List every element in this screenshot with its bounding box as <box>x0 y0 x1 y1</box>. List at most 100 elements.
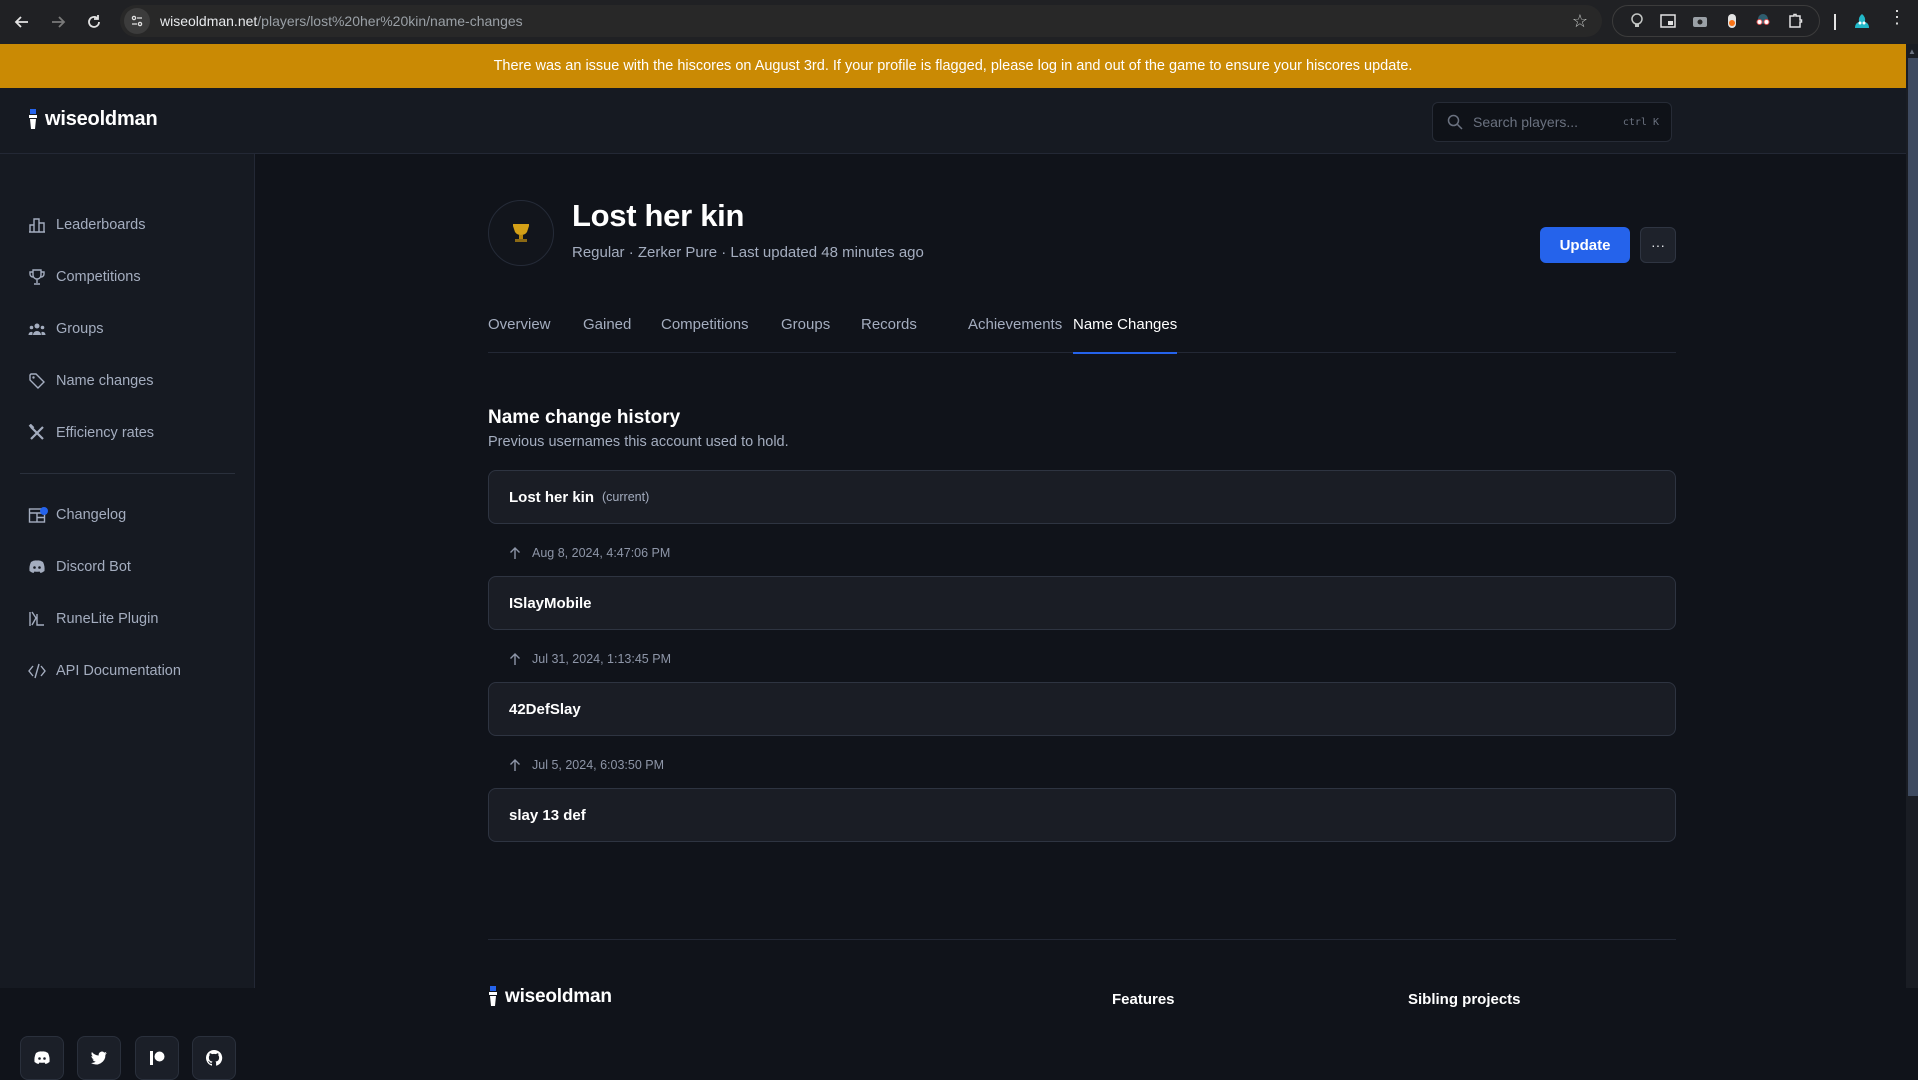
sidebar-divider <box>20 473 235 474</box>
wise-old-man-logo-icon <box>489 986 497 1006</box>
sidebar-item-label: API Documentation <box>56 663 181 679</box>
tab-label: Competitions <box>661 316 749 333</box>
scroll-up-arrow-icon[interactable]: ▲ <box>1906 44 1918 58</box>
forward-button[interactable] <box>40 4 76 40</box>
notification-dot <box>40 507 48 515</box>
github-link[interactable] <box>192 1036 236 1080</box>
sidebar-item-leaderboards[interactable]: Leaderboards <box>28 212 146 238</box>
tab-competitions[interactable]: Competitions <box>661 306 749 353</box>
update-button[interactable]: Update <box>1540 227 1630 263</box>
sidebar-item-label: Changelog <box>56 507 127 523</box>
scrollbar-thumb[interactable] <box>1908 58 1918 796</box>
sidebar-item-competitions[interactable]: Competitions <box>28 264 141 290</box>
player-avatar <box>488 200 554 266</box>
username: ISlayMobile <box>509 594 592 612</box>
name-change-date: Aug 8, 2024, 4:47:06 PM <box>508 544 670 562</box>
twitter-icon <box>91 1051 107 1065</box>
tab-label: Gained <box>583 316 632 333</box>
browser-menu-icon[interactable]: ⋮ <box>1888 8 1906 26</box>
search-box[interactable]: ctrl K <box>1432 102 1672 142</box>
sidebar-item-label: Efficiency rates <box>56 425 155 441</box>
picture-in-picture-extension-icon[interactable] <box>1659 12 1677 30</box>
tab-label: Name Changes <box>1073 316 1178 333</box>
site-info-button[interactable] <box>124 8 150 34</box>
sidebar-item-name-changes[interactable]: Name changes <box>28 368 154 394</box>
name-change-date: Jul 5, 2024, 6:03:50 PM <box>508 756 664 774</box>
tag-icon <box>29 373 45 389</box>
tab-achievements[interactable]: Achievements <box>968 306 1062 353</box>
arrow-up-icon <box>510 547 520 559</box>
footer-divider <box>488 939 1676 940</box>
glasses-extension-icon[interactable] <box>1754 12 1772 30</box>
sidebar-item-discord-bot[interactable]: Discord Bot <box>28 554 131 580</box>
sidebar-item-changelog[interactable]: Changelog <box>28 502 126 528</box>
lightbulb-extension-icon[interactable] <box>1628 12 1646 30</box>
more-options-button[interactable]: ··· <box>1640 227 1676 263</box>
sidebar: Leaderboards Competitions Groups Name ch… <box>0 154 255 1080</box>
tab-overview[interactable]: Overview <box>488 306 551 353</box>
player-meta: Regular · Zerker Pure · Last updated 48 … <box>572 244 924 261</box>
main-content: Lost her kin Regular · Zerker Pure · Las… <box>256 154 1906 1008</box>
search-shortcut-hint: ctrl K <box>1622 116 1659 128</box>
page-viewport: There was an issue with the hiscores on … <box>0 44 1918 1080</box>
page-scrollbar[interactable]: ▲ <box>1906 44 1918 988</box>
reload-button[interactable] <box>76 4 112 40</box>
logo-text: wiseoldman <box>45 108 158 130</box>
trophy-icon <box>513 224 529 242</box>
back-button[interactable] <box>4 4 40 40</box>
tune-icon <box>131 15 143 27</box>
footer-logo[interactable]: wiseoldman <box>488 986 612 1008</box>
search-input[interactable] <box>1473 114 1623 130</box>
toggle-extension-icon[interactable] <box>1723 12 1741 30</box>
url-path: /players/lost%20her%20kin/name-changes <box>257 13 523 29</box>
camera-extension-icon[interactable] <box>1691 12 1709 30</box>
github-icon <box>205 1049 223 1066</box>
name-history-item: Lost her kin (current) <box>488 470 1676 524</box>
runelite-icon <box>29 611 44 626</box>
sidebar-item-label: Competitions <box>56 269 141 285</box>
username: slay 13 def <box>509 806 586 824</box>
tools-icon <box>28 424 44 440</box>
tab-groups[interactable]: Groups <box>781 306 830 353</box>
address-bar[interactable]: wiseoldman.net/players/lost%20her%20kin/… <box>120 5 1602 37</box>
section-title: Name change history <box>488 407 681 428</box>
banner-text: There was an issue with the hiscores on … <box>493 58 1413 74</box>
patreon-link[interactable] <box>135 1036 179 1080</box>
change-date-text: Aug 8, 2024, 4:47:06 PM <box>532 546 671 560</box>
sidebar-item-runelite-plugin[interactable]: RuneLite Plugin <box>28 606 158 632</box>
sidebar-item-groups[interactable]: Groups <box>28 316 104 342</box>
footer-heading-sibling-projects: Sibling projects <box>1408 991 1521 1008</box>
discord-icon <box>34 1051 50 1064</box>
url-host: wiseoldman.net <box>160 13 258 29</box>
sidebar-item-label: Discord Bot <box>56 559 131 575</box>
sidebar-item-label: Leaderboards <box>56 217 146 233</box>
discord-link[interactable] <box>20 1036 64 1080</box>
puzzle-extensions-icon[interactable] <box>1786 12 1804 30</box>
name-history-item: 42DefSlay <box>488 682 1676 736</box>
sidebar-item-api-documentation[interactable]: API Documentation <box>28 658 181 684</box>
footer-logo-text: wiseoldman <box>505 986 612 1007</box>
changelog-icon-wrap <box>28 506 56 524</box>
tab-gained[interactable]: Gained <box>583 306 631 353</box>
profile-avatar-icon[interactable] <box>1852 11 1872 31</box>
toolbar-divider <box>1834 14 1836 30</box>
sidebar-item-efficiency-rates[interactable]: Efficiency rates <box>28 420 154 446</box>
player-name: Lost her kin <box>572 198 745 233</box>
tab-label: Groups <box>781 316 831 333</box>
search-icon <box>1447 114 1463 130</box>
tab-name-changes[interactable]: Name Changes <box>1073 306 1178 354</box>
bookmark-star-icon[interactable]: ☆ <box>1572 11 1588 32</box>
discord-icon <box>29 560 45 573</box>
twitter-link[interactable] <box>77 1036 121 1080</box>
url-text: wiseoldman.net/players/lost%20her%20kin/… <box>160 13 523 29</box>
arrow-right-icon <box>52 16 66 28</box>
arrow-left-icon <box>14 16 28 28</box>
wise-old-man-logo-icon <box>29 108 37 129</box>
tab-records[interactable]: Records <box>861 306 917 353</box>
browser-toolbar: wiseoldman.net/players/lost%20her%20kin/… <box>0 0 1918 44</box>
section-subtitle: Previous usernames this account used to … <box>488 434 789 450</box>
reload-icon <box>88 15 100 28</box>
site-logo[interactable]: wiseoldman <box>28 108 158 131</box>
arrow-up-icon <box>510 653 520 665</box>
change-date-text: Jul 5, 2024, 6:03:50 PM <box>532 758 665 772</box>
